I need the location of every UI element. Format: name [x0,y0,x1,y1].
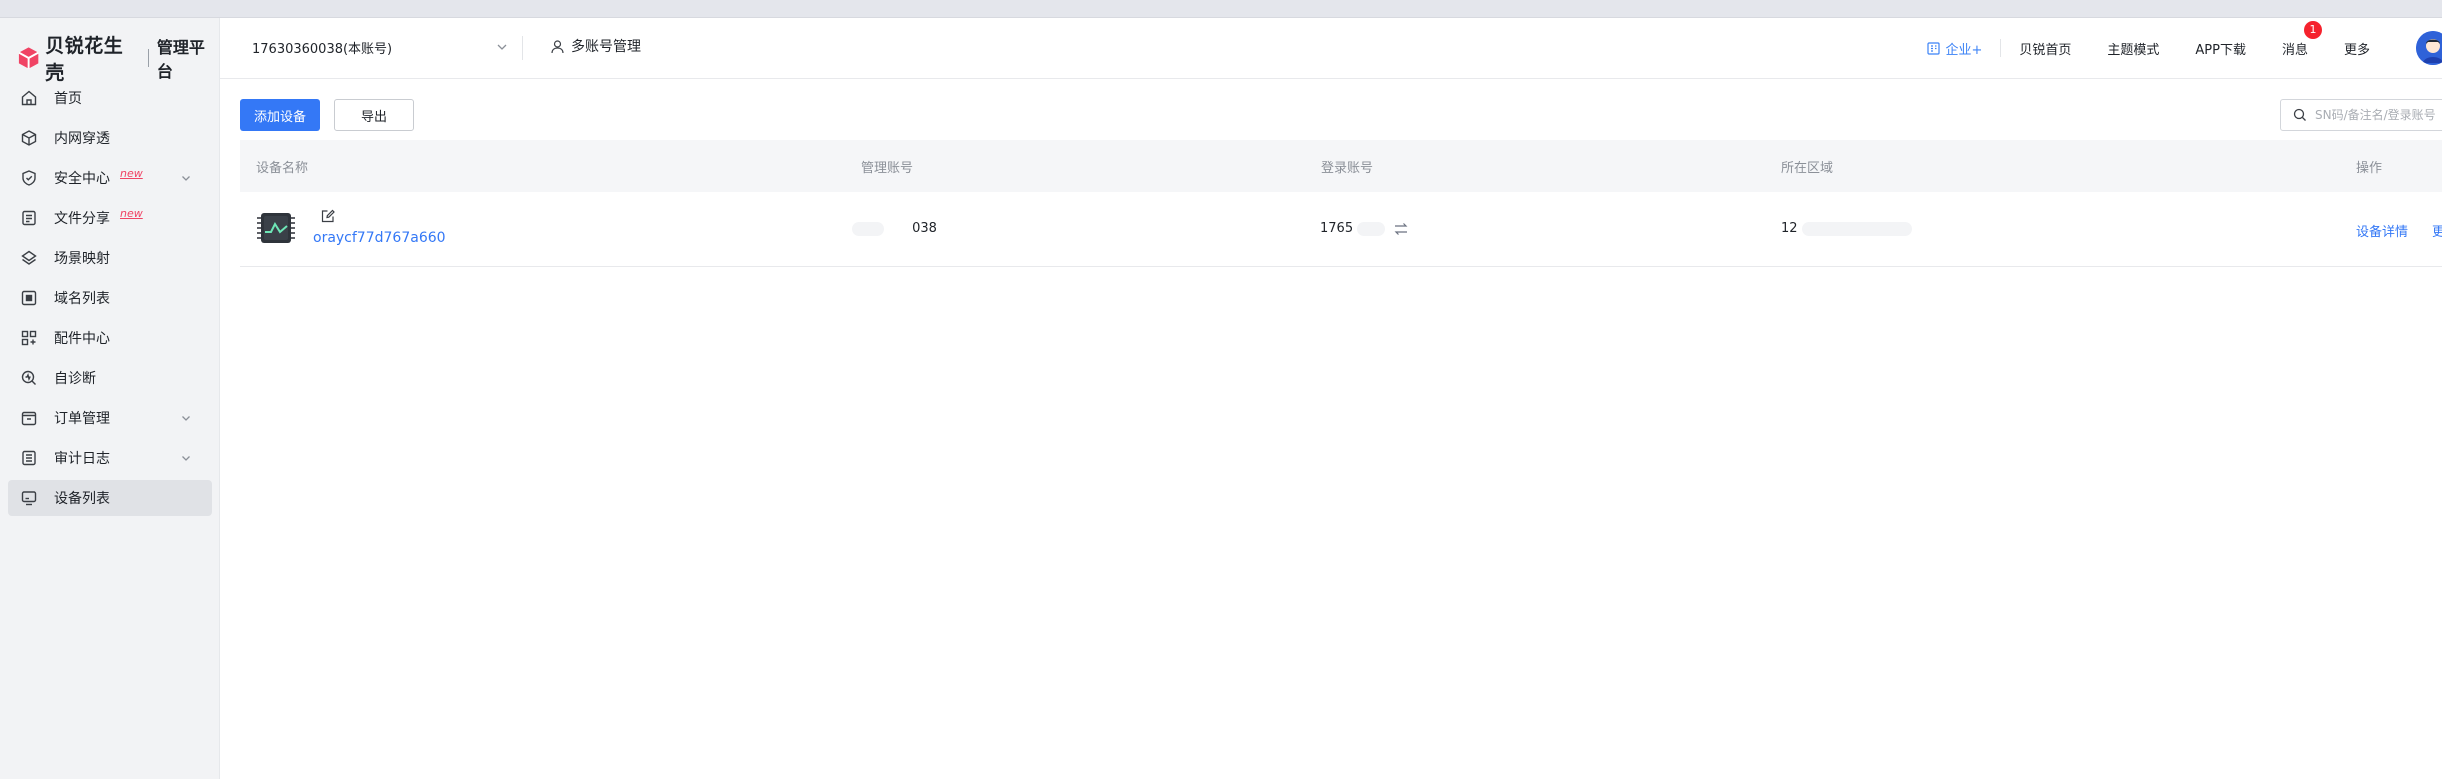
search-input[interactable] [2313,107,2442,123]
masked-text [1357,221,1386,236]
brand-subtitle: 管理平台 [156,38,205,81]
brand[interactable]: 贝锐花生壳 管理平台 [16,35,219,84]
scene-icon [20,249,38,267]
add-device-button[interactable]: 添加设备 [240,99,320,131]
search-icon [2293,108,2306,121]
sidebar-item-diagnose[interactable]: 自诊断 [8,360,212,396]
export-button[interactable]: 导出 [334,99,414,131]
login-account-text: 1765 [1320,221,1354,236]
file-share-icon [20,209,38,227]
header-divider [522,36,523,60]
sidebar: 贝锐花生壳 管理平台 首页 内网穿透 安全中心 new 文件分享 new 场景映… [0,18,220,779]
domain-icon [20,289,38,307]
sidebar-item-label: 文件分享 [54,211,110,227]
chevron-down-icon[interactable] [180,412,192,424]
brand-divider [147,49,149,67]
device-details-link[interactable]: 设备详情 [2356,221,2408,240]
log-icon [20,449,38,467]
search-box[interactable] [2280,99,2442,131]
manage-account-text: 038 [912,221,937,236]
sidebar-item-audit-log[interactable]: 审计日志 [8,440,212,476]
masked-text [852,221,884,236]
column-region: 所在区域 [1781,161,1834,176]
shield-icon [20,169,38,187]
message-count-badge: 1 [2303,20,2322,39]
chevron-down-icon[interactable] [495,40,509,54]
theme-link[interactable]: 主题模式 [2107,39,2159,58]
masked-text [1801,221,1912,236]
messages-label: 消息 [2281,42,2308,58]
sidebar-item-label: 配件中心 [54,331,110,347]
sidebar-item-device-list[interactable]: 设备列表 [8,480,212,516]
sidebar-item-label: 订单管理 [54,411,110,427]
column-login-account: 登录账号 [1321,161,1374,176]
sidebar-item-label: 设备列表 [54,491,110,507]
account-selector[interactable]: 17630360038(本账号) [252,38,392,57]
region-cell: 12 [1781,221,1912,236]
sidebar-item-accessories[interactable]: 配件中心 [8,320,212,356]
multi-account-label: 多账号管理 [571,39,641,55]
device-name-link[interactable]: oraycf77d767a660 [313,230,446,246]
sidebar-item-orders[interactable]: 订单管理 [8,400,212,436]
user-icon [551,39,564,53]
new-badge: new [120,206,143,220]
enterprise-link[interactable]: 企业+ [1926,39,1982,58]
diagnose-icon [20,369,38,387]
brand-logo-icon [18,47,39,69]
sidebar-item-label: 域名列表 [54,291,110,307]
order-icon [20,409,38,427]
grid-icon [20,329,38,347]
table-row: oraycf77d767a660 038 1765 12 设备详情 更 [240,192,2442,267]
column-actions: 操作 [2356,161,2383,176]
sidebar-item-label: 自诊断 [54,371,96,387]
column-manage-account: 管理账号 [861,161,914,176]
cube-icon [20,129,38,147]
avatar-icon [2416,31,2442,65]
app-download-link[interactable]: APP下载 [2195,39,2246,58]
home-icon [20,89,38,107]
new-badge: new [120,166,143,180]
sidebar-item-label: 审计日志 [54,451,110,467]
multi-account-button[interactable]: 多账号管理 [550,36,641,56]
sidebar-item-file-share[interactable]: 文件分享 new [8,200,212,236]
region-text: 12 [1781,221,1798,236]
sidebar-item-scene[interactable]: 场景映射 [8,240,212,276]
switch-icon[interactable] [1393,222,1409,236]
chevron-down-icon[interactable] [180,452,192,464]
home-link[interactable]: 贝锐首页 [2019,39,2071,58]
enterprise-label: 企业+ [1945,42,1983,58]
sidebar-item-label: 内网穿透 [54,131,110,147]
sidebar-item-label: 场景映射 [54,251,110,267]
header-right: 企业+ 贝锐首页 主题模式 APP下载 消息 1 更多 [1890,18,2442,78]
top-header: 17630360038(本账号) 多账号管理 企业+ 贝锐首页 主题模式 APP… [220,18,2442,79]
enterprise-icon [1927,41,1941,55]
brand-name: 贝锐花生壳 [45,35,124,84]
messages-link[interactable]: 消息 1 [2281,20,2322,58]
sidebar-item-label: 首页 [54,91,82,107]
sidebar-item-label: 安全中心 [54,171,110,187]
sidebar-item-security[interactable]: 安全中心 new [8,160,212,196]
table-header: 设备名称 管理账号 登录账号 所在区域 操作 [240,140,2442,192]
sidebar-item-intranet[interactable]: 内网穿透 [8,120,212,156]
column-device-name: 设备名称 [256,161,309,176]
manage-account-cell: 038 [852,221,937,236]
sidebar-item-home[interactable]: 首页 [8,80,212,116]
more-link[interactable]: 更多 [2344,39,2370,58]
device-list-icon [20,489,38,507]
device-icon [257,213,295,243]
avatar[interactable] [2416,31,2442,65]
chevron-down-icon[interactable] [180,172,192,184]
more-actions-link[interactable]: 更 [2432,221,2442,240]
header-divider [2000,39,2002,57]
login-account-cell: 1765 [1320,221,1409,236]
edit-icon[interactable] [320,208,336,224]
browser-top-strip [0,0,2442,18]
sidebar-nav: 首页 内网穿透 安全中心 new 文件分享 new 场景映射 域名列表 配件中心 [8,80,212,520]
sidebar-item-domain[interactable]: 域名列表 [8,280,212,316]
